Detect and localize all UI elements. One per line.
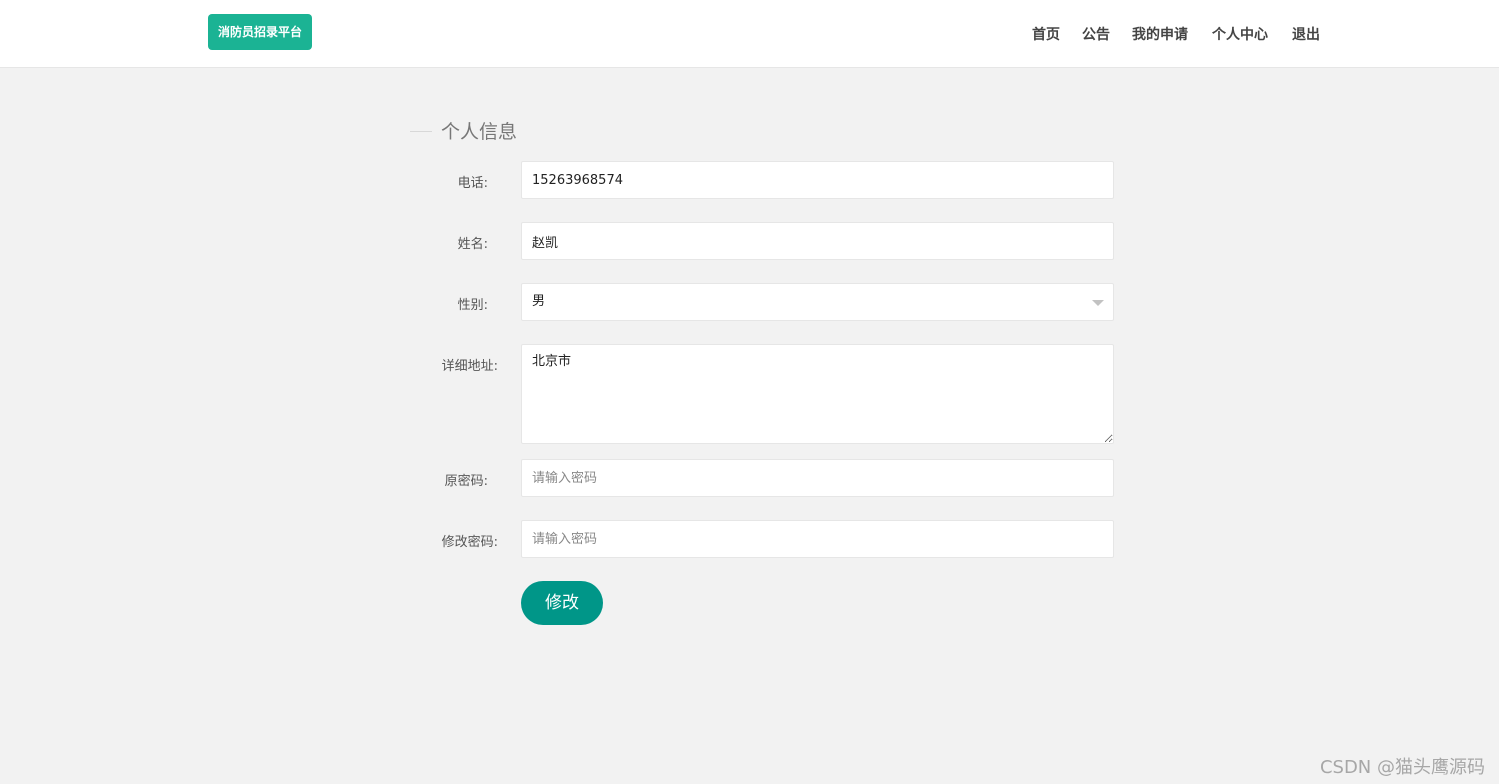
old-password-input[interactable]: [521, 459, 1114, 497]
chevron-down-icon: [1092, 300, 1104, 306]
address-label: 详细地址:: [441, 359, 498, 374]
nav-my-applications[interactable]: 我的申请: [1132, 24, 1188, 44]
nav-home[interactable]: 首页: [1032, 24, 1060, 44]
phone-input[interactable]: [521, 161, 1114, 199]
phone-label: 电话:: [457, 176, 488, 191]
gender-label: 性别:: [457, 298, 488, 313]
section-divider: [410, 131, 432, 132]
address-textarea[interactable]: 北京市: [521, 344, 1114, 444]
section-title: 个人信息: [441, 121, 518, 143]
nav-personal-center[interactable]: 个人中心: [1212, 24, 1268, 44]
old-password-label: 原密码:: [444, 474, 488, 489]
submit-button[interactable]: 修改: [521, 581, 603, 625]
name-input[interactable]: [521, 222, 1114, 260]
name-label: 姓名:: [457, 237, 488, 252]
gender-selected-value: 男: [532, 294, 546, 309]
watermark: CSDN @猫头鹰源码: [1319, 757, 1485, 778]
nav-logout[interactable]: 退出: [1292, 24, 1320, 44]
nav-announcements[interactable]: 公告: [1082, 24, 1110, 44]
new-password-label: 修改密码:: [441, 535, 498, 550]
site-logo[interactable]: 消防员招录平台: [208, 14, 312, 50]
new-password-input[interactable]: [521, 520, 1114, 558]
top-header: 消防员招录平台 首页 公告 我的申请 个人中心 退出: [0, 0, 1499, 68]
gender-select[interactable]: 男: [521, 283, 1114, 321]
